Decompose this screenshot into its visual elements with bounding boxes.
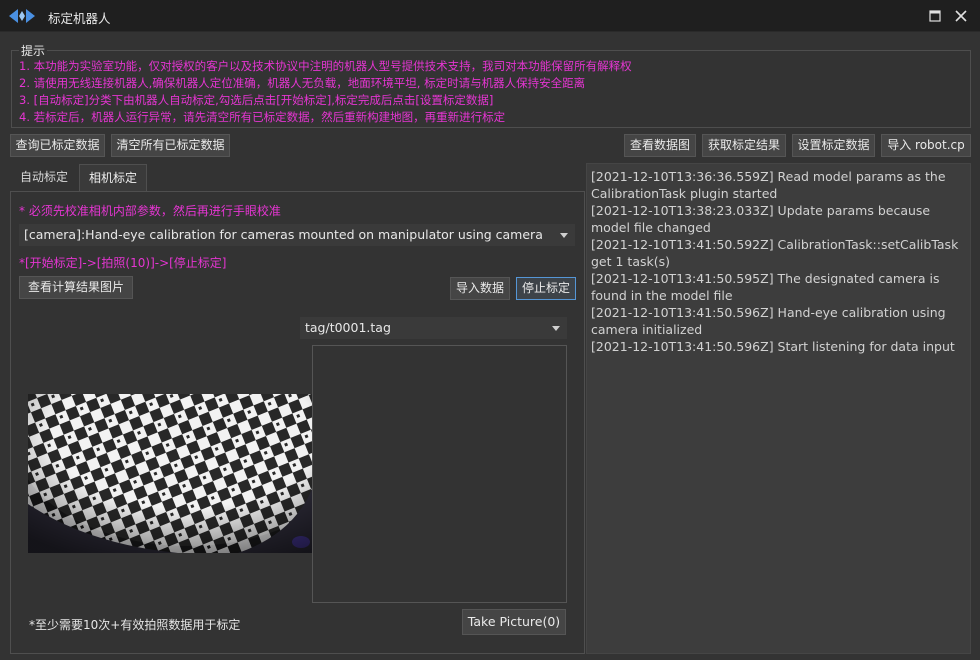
hint-line: 3. [自动标定]分类下由机器人自动标定,勾选后点击[开始标定],标定完成后点击…	[19, 93, 494, 107]
import-data-button[interactable]: 导入数据	[450, 277, 510, 300]
min-photos-note: *至少需要10次+有效拍照数据用于标定	[29, 618, 241, 632]
window-title: 标定机器人	[48, 11, 111, 26]
log-line: [2021-12-10T13:41:50.596Z] Start listeni…	[591, 339, 955, 354]
result-panel	[312, 345, 567, 603]
tab-auto-calibration[interactable]: 自动标定	[10, 164, 78, 191]
checkerboard-image	[28, 394, 312, 553]
log-line: [2021-12-10T13:38:23.033Z] Update params…	[591, 203, 931, 235]
tag-file-select[interactable]: tag/t0001.tag	[300, 317, 567, 339]
tab-camera-calibration[interactable]: 相机标定	[79, 164, 147, 191]
calibration-method-select[interactable]: [camera]:Hand-eye calibration for camera…	[19, 224, 575, 246]
hint-lines: 1. 本功能为实验室功能，仅对授权的客户以及技术协议中注明的机器人型号提供技术支…	[19, 58, 632, 126]
log-line: [2021-12-10T13:41:50.592Z] CalibrationTa…	[591, 237, 959, 269]
chevron-down-icon	[552, 326, 560, 331]
tag-file-value: tag/t0001.tag	[305, 320, 391, 335]
app-logo-icon	[9, 9, 35, 23]
chevron-down-icon	[560, 233, 568, 238]
take-picture-button[interactable]: Take Picture(0)	[462, 609, 566, 635]
query-calibrated-button[interactable]: 查询已标定数据	[10, 134, 105, 157]
steps-hint: *[开始标定]->[拍照(10)]->[停止标定]	[19, 256, 227, 270]
close-icon[interactable]	[951, 6, 971, 26]
set-calibration-data-button[interactable]: 设置标定数据	[792, 134, 875, 157]
maximize-icon[interactable]	[928, 9, 942, 23]
title-bar: 标定机器人	[0, 0, 980, 32]
hint-title: 提示	[19, 42, 48, 59]
get-result-button[interactable]: 获取标定结果	[702, 134, 786, 157]
view-chart-button[interactable]: 查看数据图	[624, 134, 696, 157]
stop-calibration-button[interactable]: 停止标定	[516, 277, 576, 300]
hint-line: 1. 本功能为实验室功能，仅对授权的客户以及技术协议中注明的机器人型号提供技术支…	[19, 59, 632, 73]
view-result-image-button[interactable]: 查看计算结果图片	[19, 276, 133, 299]
camera-preview-image	[28, 394, 312, 553]
import-robot-cp-button[interactable]: 导入 robot.cp	[881, 134, 971, 157]
hint-line: 4. 若标定后，机器人运行异常，请先清空所有已标定数据，然后重新构建地图，再重新…	[19, 110, 506, 124]
clear-calibrated-button[interactable]: 清空所有已标定数据	[111, 134, 230, 157]
log-line: [2021-12-10T13:41:50.596Z] Hand-eye cali…	[591, 305, 946, 337]
log-line: [2021-12-10T13:41:50.595Z] The designate…	[591, 271, 940, 303]
log-panel: [2021-12-10T13:36:36.559Z] Read model pa…	[586, 163, 971, 654]
calibration-method-value: [camera]:Hand-eye calibration for camera…	[24, 227, 543, 242]
log-line: [2021-12-10T13:36:36.559Z] Read model pa…	[591, 169, 946, 201]
hint-line: 2. 请使用无线连接机器人,确保机器人定位准确，机器人无负载，地面环境平坦, 标…	[19, 76, 586, 90]
intrinsic-warning: * 必须先校准相机内部参数，然后再进行手眼校准	[19, 204, 281, 218]
